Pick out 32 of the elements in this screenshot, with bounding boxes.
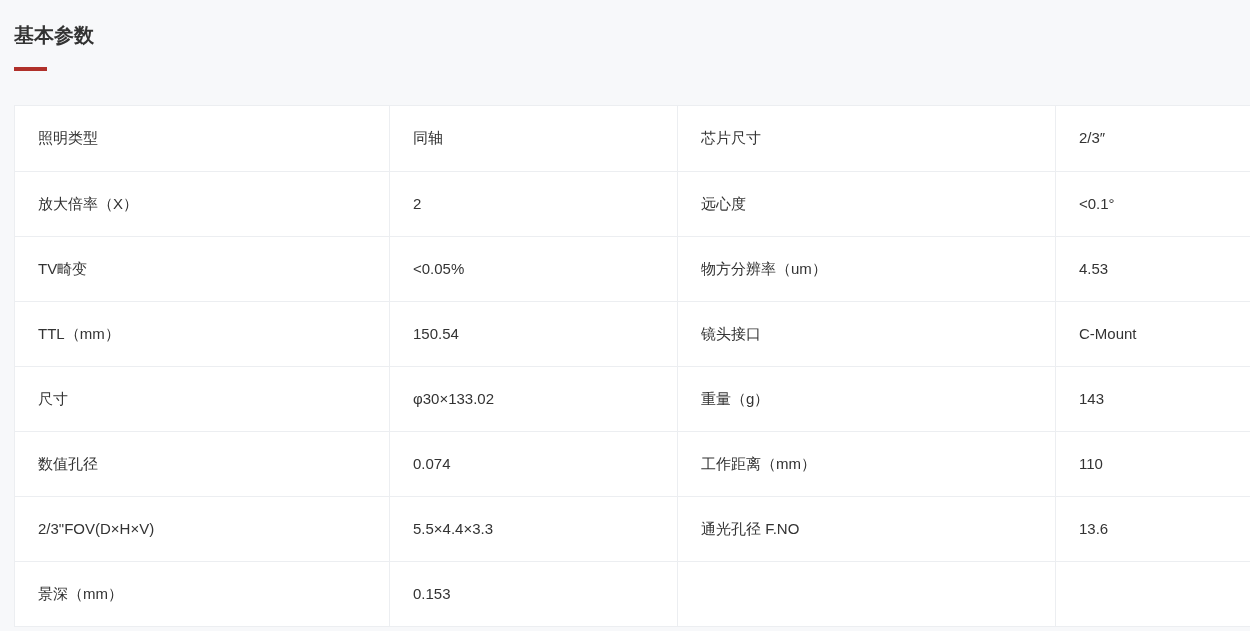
spec-value: 2	[413, 193, 422, 214]
spec-label: 尺寸	[38, 388, 68, 409]
spec-label: 镜头接口	[701, 323, 761, 344]
spec-value: 4.53	[1079, 258, 1109, 279]
spec-label: TTL（mm）	[38, 323, 120, 344]
spec-label: 通光孔径 F.NO	[701, 518, 800, 539]
spec-label: 远心度	[701, 193, 746, 214]
spec-value: 13.6	[1079, 518, 1109, 539]
spec-value: 0.153	[413, 583, 451, 604]
spec-value: <0.05%	[413, 258, 465, 279]
spec-label: 芯片尺寸	[701, 128, 761, 149]
spec-label: 数值孔径	[38, 453, 98, 474]
spec-value: 150.54	[413, 323, 459, 344]
spec-label: 照明类型	[38, 128, 98, 149]
spec-value: φ30×133.02	[413, 388, 495, 409]
spec-label: 景深（mm）	[38, 583, 123, 604]
spec-value: <0.1°	[1079, 193, 1115, 214]
spec-label: 2/3"FOV(D×H×V)	[38, 518, 155, 539]
spec-label: 工作距离（mm）	[701, 453, 816, 474]
spec-value: C-Mount	[1079, 323, 1137, 344]
spec-label: 物方分辨率（um）	[701, 258, 827, 279]
spec-label: 重量（g）	[701, 388, 770, 409]
spec-label: 放大倍率（X）	[38, 193, 138, 214]
spec-label: TV畸变	[38, 258, 88, 279]
spec-value: 2/3″	[1079, 128, 1106, 149]
spec-value: 110	[1079, 453, 1103, 474]
title-underline	[14, 67, 47, 71]
spec-value: 5.5×4.4×3.3	[413, 518, 494, 539]
spec-value: 143	[1079, 388, 1105, 409]
section-title: 基本参数	[14, 23, 95, 48]
spec-value: 0.074	[413, 453, 451, 474]
spec-value: 同轴	[413, 128, 443, 149]
